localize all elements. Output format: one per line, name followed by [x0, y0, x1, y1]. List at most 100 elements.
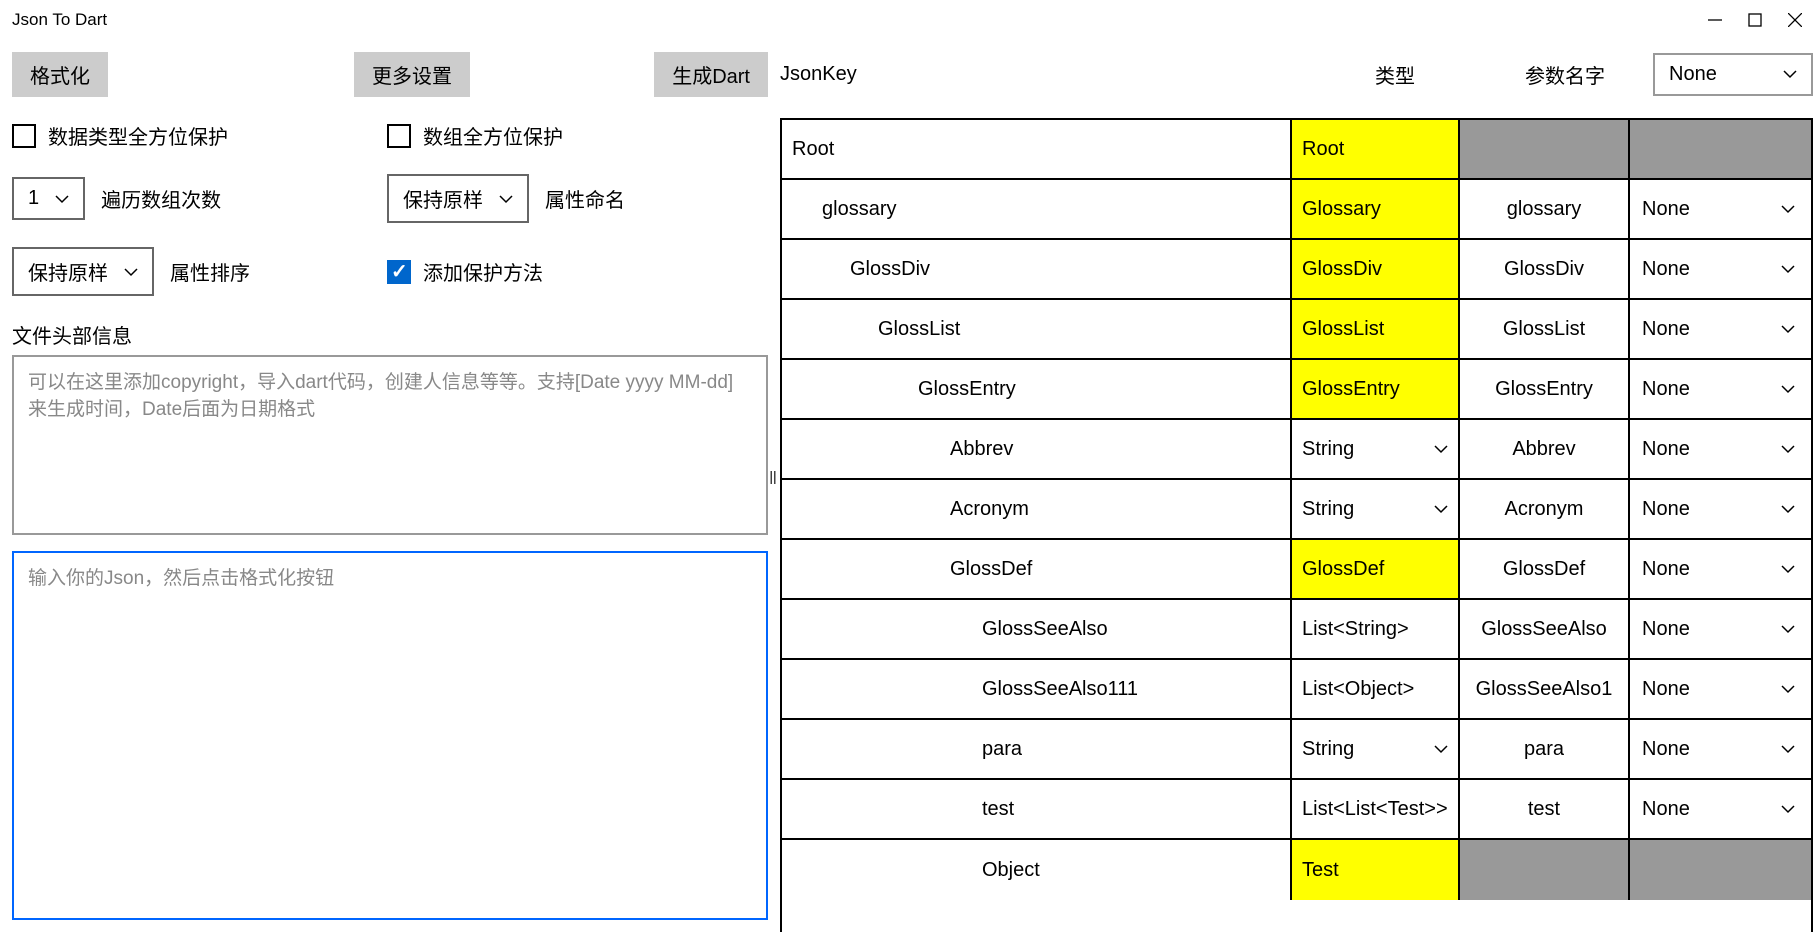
chevron-down-icon — [124, 267, 138, 277]
prop-sort-label: 属性排序 — [170, 257, 250, 286]
datatype-protect-checkbox[interactable] — [12, 124, 36, 148]
tree-none-cell — [1630, 840, 1811, 900]
prop-naming-select[interactable]: 保持原样 — [387, 174, 529, 223]
tree-type-cell[interactable]: GlossEntry — [1292, 360, 1460, 418]
chevron-down-icon — [1781, 204, 1795, 214]
tree-param-cell[interactable]: para — [1460, 720, 1630, 778]
tree-row: GlossSeeAlsoList<String>GlossSeeAlsoNone — [782, 600, 1811, 660]
tree-type-cell[interactable]: Root — [1292, 120, 1460, 178]
tree-key-cell[interactable]: para — [782, 720, 1292, 778]
json-input-textarea[interactable]: 输入你的Json，然后点击格式化按钮 — [12, 551, 768, 920]
tree-type-cell[interactable]: Glossary — [1292, 180, 1460, 238]
tree-none-cell[interactable]: None — [1630, 660, 1811, 718]
tree-param-cell[interactable]: Abbrev — [1460, 420, 1630, 478]
tree-none-cell[interactable]: None — [1630, 420, 1811, 478]
tree-param-cell[interactable]: GlossDef — [1460, 540, 1630, 598]
tree-key-cell[interactable]: Root — [782, 120, 1292, 178]
tree-type-cell[interactable]: String — [1292, 420, 1460, 478]
minimize-button[interactable] — [1707, 12, 1723, 28]
tree-key-cell[interactable]: Acronym — [782, 480, 1292, 538]
generate-dart-button[interactable]: 生成Dart — [654, 52, 768, 97]
tree-none-cell[interactable]: None — [1630, 240, 1811, 298]
chevron-down-icon — [1781, 264, 1795, 274]
chevron-down-icon — [1781, 324, 1795, 334]
chevron-down-icon — [1434, 744, 1448, 754]
tree-param-cell[interactable]: glossary — [1460, 180, 1630, 238]
tree-none-cell[interactable]: None — [1630, 480, 1811, 538]
array-iter-select[interactable]: 1 — [12, 177, 85, 220]
add-protect-label: 添加保护方法 — [423, 257, 543, 286]
tree-type-cell[interactable]: GlossDiv — [1292, 240, 1460, 298]
tree-none-cell[interactable]: None — [1630, 360, 1811, 418]
top-none-select[interactable]: None — [1653, 53, 1813, 96]
tree-row: GlossDefGlossDefGlossDefNone — [782, 540, 1811, 600]
add-protect-checkbox[interactable] — [387, 260, 411, 284]
prop-sort-select[interactable]: 保持原样 — [12, 247, 154, 296]
format-button[interactable]: 格式化 — [12, 52, 108, 97]
prop-naming-label: 属性命名 — [545, 184, 625, 213]
tree-type-cell[interactable]: Test — [1292, 840, 1460, 900]
tree-type-cell[interactable]: String — [1292, 480, 1460, 538]
tree-key-cell[interactable]: GlossDef — [782, 540, 1292, 598]
chevron-down-icon — [1781, 384, 1795, 394]
window-title: Json To Dart — [12, 10, 107, 30]
tree-none-cell[interactable]: None — [1630, 300, 1811, 358]
tree-key-cell[interactable]: glossary — [782, 180, 1292, 238]
more-settings-button[interactable]: 更多设置 — [354, 52, 470, 97]
tree-row: ObjectTest — [782, 840, 1811, 900]
tree-key-cell[interactable]: Abbrev — [782, 420, 1292, 478]
file-header-label: 文件头部信息 — [12, 320, 768, 349]
tree-none-cell[interactable]: None — [1630, 180, 1811, 238]
tree-param-cell[interactable]: GlossList — [1460, 300, 1630, 358]
tree-param-cell[interactable]: GlossEntry — [1460, 360, 1630, 418]
tree-type-cell[interactable]: List<String> — [1292, 600, 1460, 658]
header-type: 类型 — [1310, 60, 1480, 89]
array-protect-checkbox[interactable] — [387, 124, 411, 148]
datatype-protect-label: 数据类型全方位保护 — [48, 121, 228, 150]
tree-param-cell[interactable]: GlossDiv — [1460, 240, 1630, 298]
tree-key-cell[interactable]: Object — [782, 840, 1292, 900]
chevron-down-icon — [1781, 804, 1795, 814]
tree-row: AcronymStringAcronymNone — [782, 480, 1811, 540]
tree-key-cell[interactable]: GlossEntry — [782, 360, 1292, 418]
tree-none-cell[interactable]: None — [1630, 540, 1811, 598]
tree-none-cell[interactable]: None — [1630, 720, 1811, 778]
maximize-button[interactable] — [1747, 12, 1763, 28]
array-iter-label: 遍历数组次数 — [101, 184, 221, 213]
tree-type-cell[interactable]: GlossList — [1292, 300, 1460, 358]
chevron-down-icon — [1434, 444, 1448, 454]
chevron-down-icon — [1781, 624, 1795, 634]
chevron-down-icon — [55, 194, 69, 204]
chevron-down-icon — [1434, 504, 1448, 514]
tree-type-cell[interactable]: GlossDef — [1292, 540, 1460, 598]
tree-key-cell[interactable]: test — [782, 780, 1292, 838]
tree-param-cell[interactable]: test — [1460, 780, 1630, 838]
chevron-down-icon — [1781, 684, 1795, 694]
chevron-down-icon — [1781, 444, 1795, 454]
tree-row: GlossListGlossListGlossListNone — [782, 300, 1811, 360]
tree-param-cell[interactable]: Acronym — [1460, 480, 1630, 538]
file-header-textarea[interactable]: 可以在这里添加copyright，导入dart代码，创建人信息等等。支持[Dat… — [12, 355, 768, 535]
tree-none-cell[interactable]: None — [1630, 780, 1811, 838]
tree-row: paraStringparaNone — [782, 720, 1811, 780]
tree-type-cell[interactable]: List<List<Test>> — [1292, 780, 1460, 838]
chevron-down-icon — [1781, 744, 1795, 754]
close-button[interactable] — [1787, 12, 1803, 28]
tree-table: RootRootglossaryGlossaryglossaryNoneGlos… — [780, 118, 1813, 932]
tree-param-cell[interactable]: GlossSeeAlso1 — [1460, 660, 1630, 718]
tree-key-cell[interactable]: GlossList — [782, 300, 1292, 358]
tree-key-cell[interactable]: GlossSeeAlso111 — [782, 660, 1292, 718]
tree-param-cell[interactable]: GlossSeeAlso — [1460, 600, 1630, 658]
tree-type-cell[interactable]: String — [1292, 720, 1460, 778]
tree-row: GlossDivGlossDivGlossDivNone — [782, 240, 1811, 300]
chevron-down-icon — [1781, 504, 1795, 514]
tree-type-cell[interactable]: List<Object> — [1292, 660, 1460, 718]
splitter-handle[interactable]: || — [768, 468, 778, 484]
tree-row: AbbrevStringAbbrevNone — [782, 420, 1811, 480]
tree-key-cell[interactable]: GlossDiv — [782, 240, 1292, 298]
tree-none-cell[interactable]: None — [1630, 600, 1811, 658]
chevron-down-icon — [1781, 564, 1795, 574]
tree-key-cell[interactable]: GlossSeeAlso — [782, 600, 1292, 658]
tree-param-cell — [1460, 120, 1630, 178]
tree-row: GlossSeeAlso111List<Object>GlossSeeAlso1… — [782, 660, 1811, 720]
